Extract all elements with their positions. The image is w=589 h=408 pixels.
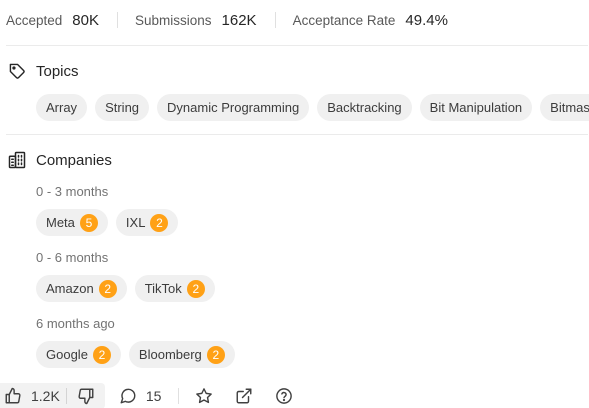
divider xyxy=(117,12,118,28)
topic-tag[interactable]: Backtracking xyxy=(317,94,412,121)
vote-group: 1.2K xyxy=(0,383,105,408)
star-icon[interactable] xyxy=(194,386,214,406)
company-tag[interactable]: Amazon 2 xyxy=(36,275,127,302)
like-button[interactable]: 1.2K xyxy=(0,383,66,408)
company-name: Amazon xyxy=(46,281,94,296)
company-tag[interactable]: Meta 5 xyxy=(36,209,108,236)
company-name: Meta xyxy=(46,215,75,230)
tag-icon xyxy=(8,62,26,80)
company-count-badge: 2 xyxy=(150,213,169,232)
comment-count: 15 xyxy=(145,388,162,404)
building-icon xyxy=(8,151,26,169)
companies-title: Companies xyxy=(36,151,112,169)
topic-tag[interactable]: Array xyxy=(36,94,88,121)
period-label: 0 - 6 months xyxy=(36,250,109,265)
companies-header[interactable]: Companies xyxy=(8,151,112,169)
section-divider xyxy=(6,45,588,46)
company-count-badge: 2 xyxy=(92,345,111,364)
topics-header[interactable]: Topics xyxy=(8,62,79,80)
thumbs-up-icon xyxy=(4,387,22,405)
stat-label: Accepted xyxy=(6,12,63,28)
stats-row: Accepted 80K Submissions 162K Acceptance… xyxy=(6,9,448,31)
company-tag[interactable]: Google 2 xyxy=(36,341,121,368)
stat-value: 49.4% xyxy=(405,11,448,29)
section-divider xyxy=(6,134,588,135)
company-count-badge: 5 xyxy=(79,213,98,232)
company-name: Google xyxy=(46,347,88,362)
comments-button[interactable]: 15 xyxy=(119,387,162,405)
company-count-badge: 2 xyxy=(186,279,205,298)
stat-accepted: Accepted 80K xyxy=(6,12,99,29)
stat-value: 162K xyxy=(221,11,257,29)
stat-value: 80K xyxy=(72,11,99,29)
topic-list: Array String Dynamic Programming Backtra… xyxy=(36,94,589,121)
thumbs-down-icon xyxy=(77,387,95,405)
topic-tag[interactable]: Bit Manipulation xyxy=(419,94,533,121)
stat-submissions: Submissions 162K xyxy=(135,12,257,29)
company-list: Amazon 2 TikTok 2 xyxy=(36,275,223,302)
topic-tag[interactable]: String xyxy=(95,94,150,121)
company-name: TikTok xyxy=(144,281,182,296)
comment-icon xyxy=(119,387,137,405)
topic-tag[interactable]: Bitmask xyxy=(540,94,589,121)
topics-title: Topics xyxy=(36,62,79,80)
company-name: Bloomberg xyxy=(138,347,202,362)
action-bar: 1.2K 15 xyxy=(0,383,294,408)
company-tag[interactable]: Bloomberg 2 xyxy=(128,341,235,368)
stat-acceptance-rate: Acceptance Rate 49.4% xyxy=(293,12,448,29)
topic-tag[interactable]: Dynamic Programming xyxy=(157,94,310,121)
period-label: 6 months ago xyxy=(36,316,115,331)
divider xyxy=(178,388,180,404)
dislike-button[interactable] xyxy=(67,383,105,408)
stat-label: Submissions xyxy=(135,12,212,28)
help-icon[interactable] xyxy=(274,386,294,406)
company-list: Meta 5 IXL 2 xyxy=(36,209,186,236)
company-tag[interactable]: TikTok 2 xyxy=(134,275,215,302)
like-count: 1.2K xyxy=(31,388,60,404)
company-tag[interactable]: IXL 2 xyxy=(115,209,179,236)
company-count-badge: 2 xyxy=(98,279,117,298)
stat-label: Acceptance Rate xyxy=(292,12,396,28)
divider xyxy=(274,12,276,28)
company-name: IXL xyxy=(125,215,146,230)
period-label: 0 - 3 months xyxy=(36,184,109,199)
company-list: Google 2 Bloomberg 2 xyxy=(36,341,243,368)
share-icon[interactable] xyxy=(234,386,254,406)
company-count-badge: 2 xyxy=(206,345,225,364)
